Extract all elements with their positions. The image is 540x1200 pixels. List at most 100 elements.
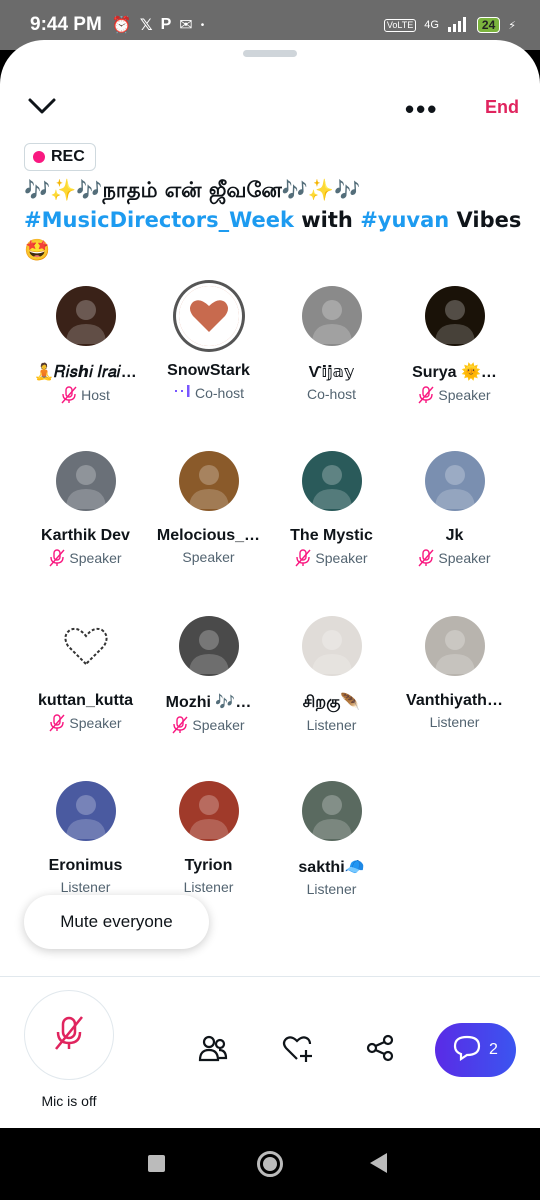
avatar[interactable] — [55, 451, 116, 511]
signal-icon — [447, 16, 469, 35]
avatar[interactable] — [301, 451, 362, 511]
participant-item[interactable]: 🧘𝑅𝑖𝑠ℎ𝑖 𝐼𝑟𝑎𝑖… Host — [24, 286, 147, 404]
dot-icon: • — [200, 19, 205, 31]
participant-item[interactable]: sakthi🧢 Listener — [270, 781, 393, 897]
mic-off-icon — [49, 714, 65, 732]
avatar[interactable] — [178, 781, 239, 841]
participant-role: Listener — [24, 879, 147, 895]
participant-name: Mozhi 🎶… — [165, 694, 252, 711]
battery-indicator: 24 — [476, 17, 501, 33]
participant-item[interactable]: Mozhi 🎶… Speaker — [147, 616, 270, 734]
avatar[interactable] — [178, 616, 239, 676]
with-text: with — [293, 208, 361, 232]
speaking-indicator-icon — [173, 384, 191, 401]
people-icon[interactable] — [197, 1032, 229, 1064]
avatar[interactable] — [178, 286, 239, 346]
participant-item[interactable]: Vanthiyath… Listener — [393, 616, 516, 730]
avatar[interactable] — [301, 286, 362, 346]
role-label: Co-host — [194, 384, 245, 401]
role-label: Speaker — [438, 387, 491, 403]
role-label: Speaker — [315, 550, 368, 566]
mic-off-icon — [418, 386, 434, 404]
role-label: Listener — [306, 881, 357, 897]
participant-item[interactable]: Jk Speaker — [393, 451, 516, 567]
hashtag-music-directors[interactable]: #MusicDirectors_Week — [24, 208, 294, 232]
more-options-icon[interactable]: ••• — [405, 94, 438, 125]
participant-role: Listener — [147, 879, 270, 895]
status-right: VoLTE 4G 24 ⚡ — [383, 16, 516, 35]
avatar[interactable] — [55, 781, 116, 841]
avatar[interactable] — [178, 451, 239, 511]
recents-icon[interactable] — [148, 1155, 165, 1172]
participant-role: Speaker — [393, 549, 516, 567]
avatar[interactable] — [55, 616, 116, 676]
participant-name: Vanthiyath… — [406, 692, 503, 709]
space-sheet: ••• End REC 🎶✨🎶நாதம் என் ஜீவனே🎶✨🎶 #Music… — [0, 40, 540, 1128]
mic-off-icon — [49, 549, 65, 567]
charging-icon: ⚡ — [508, 19, 516, 32]
end-button[interactable]: End — [485, 97, 519, 118]
participant-role: Co-host — [147, 384, 270, 401]
p-icon: P — [160, 16, 172, 33]
status-icons: ⏰ 𝕏 P ✉ • — [112, 15, 204, 35]
home-icon[interactable] — [257, 1151, 283, 1177]
participant-name: Eronimus — [48, 857, 123, 874]
participant-item[interactable]: Karthik Dev Speaker — [24, 451, 147, 567]
participant-item[interactable]: Eronimus Listener — [24, 781, 147, 895]
mic-toggle-button[interactable] — [24, 990, 114, 1080]
avatar[interactable] — [301, 781, 362, 841]
heart-plus-icon[interactable] — [281, 1032, 313, 1064]
participant-name: Karthik Dev — [41, 527, 130, 544]
chat-button[interactable]: 2 — [435, 1023, 516, 1077]
role-label: Listener — [306, 717, 357, 733]
role-label: Co-host — [306, 386, 357, 402]
network-label: 4G — [424, 19, 439, 31]
mic-off-icon — [61, 386, 77, 404]
participant-name: Surya 🌞… — [412, 364, 497, 381]
rec-dot-icon — [33, 151, 45, 163]
participant-role: Listener — [393, 714, 516, 730]
avatar[interactable] — [301, 616, 362, 676]
avatar[interactable] — [424, 286, 485, 346]
title-emoji: 🤩 — [24, 238, 51, 262]
participant-name: sakthi🧢 — [298, 859, 365, 876]
participant-item[interactable]: Ѵ𝕚𝕛𝕒𝕪 Co-host — [270, 286, 393, 402]
participant-role: Speaker — [147, 549, 270, 565]
participant-item[interactable]: kuttan_kutta Speaker — [24, 616, 147, 732]
participant-role: Speaker — [24, 714, 147, 732]
participant-role: Listener — [270, 881, 393, 897]
mic-status-label: Mic is off — [41, 1093, 97, 1109]
participant-name: The Mystic — [290, 527, 373, 544]
participant-item[interactable]: Tyrion Listener — [147, 781, 270, 895]
role-label: Listener — [429, 714, 480, 730]
participant-item[interactable]: Surya 🌞… Speaker — [393, 286, 516, 404]
role-label: Listener — [60, 879, 111, 895]
participant-role: Speaker — [147, 716, 270, 734]
role-label: Speaker — [438, 550, 491, 566]
participant-role: Speaker — [270, 549, 393, 567]
share-icon[interactable] — [364, 1032, 396, 1064]
chevron-down-icon[interactable] — [27, 96, 57, 121]
participant-role: Co-host — [270, 386, 393, 402]
x-icon: 𝕏 — [139, 17, 153, 34]
participant-name: Tyrion — [184, 857, 233, 874]
hashtag-yuvan[interactable]: #yuvan — [360, 208, 449, 232]
participant-name: kuttan_kutta — [37, 692, 134, 709]
avatar[interactable] — [424, 451, 485, 511]
participant-item[interactable]: சிறகு🪶 Listener — [270, 616, 393, 733]
mic-off-icon — [52, 1015, 86, 1056]
role-label: Host — [81, 387, 110, 403]
role-label: Speaker — [192, 717, 245, 733]
avatar[interactable] — [424, 616, 485, 676]
avatar[interactable] — [55, 286, 116, 346]
chat-bubble-icon — [453, 1035, 481, 1066]
back-icon[interactable] — [370, 1153, 387, 1173]
sheet-handle[interactable] — [243, 50, 297, 57]
participant-item[interactable]: The Mystic Speaker — [270, 451, 393, 567]
mute-everyone-button[interactable]: Mute everyone — [24, 895, 209, 949]
alarm-icon: ⏰ — [111, 17, 132, 34]
status-time: 9:44 PM — [30, 14, 102, 35]
volte-badge: VoLTE — [383, 18, 417, 32]
participant-item[interactable]: Melocious_… Speaker — [147, 451, 270, 565]
participant-item[interactable]: SnowStark Co-host — [147, 286, 270, 401]
